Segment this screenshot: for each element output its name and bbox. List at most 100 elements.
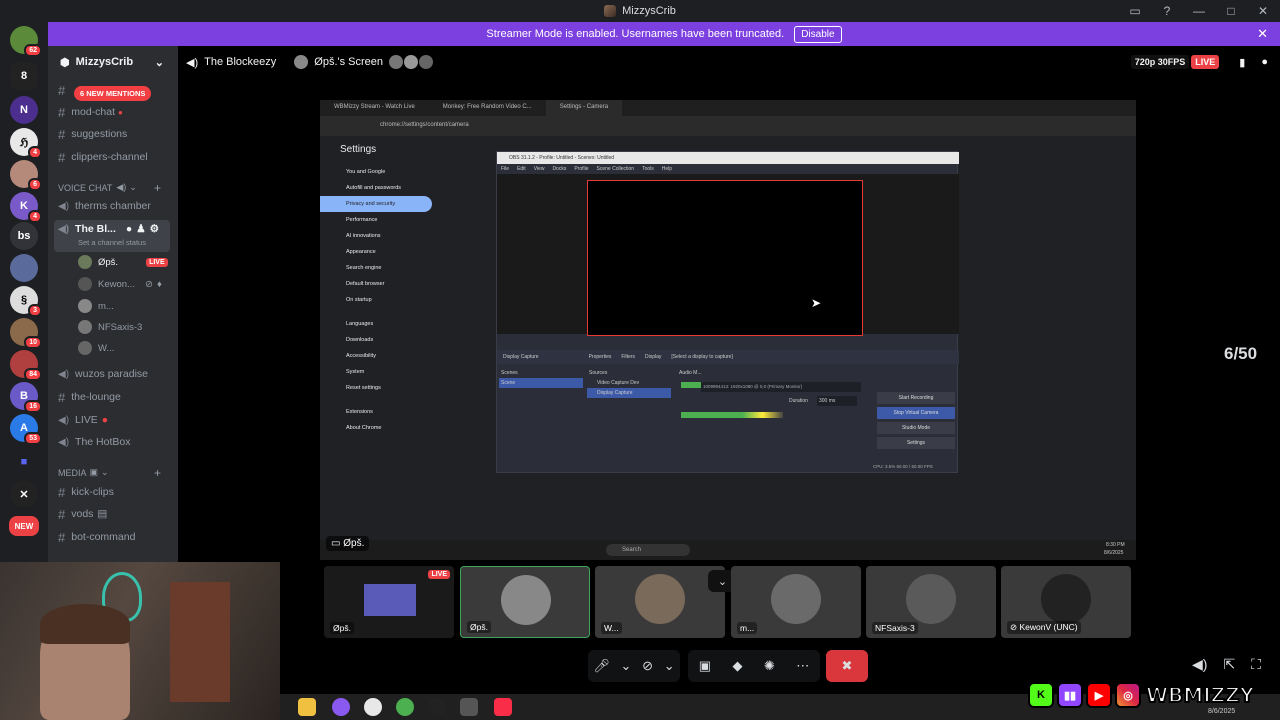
- channel-vods[interactable]: # vods ▤: [58, 504, 107, 524]
- settings-menu-item[interactable]: On startup: [320, 292, 432, 308]
- server-header[interactable]: ⬢ MizzysCrib ⌄: [48, 50, 178, 74]
- inbox-icon[interactable]: ▭: [1126, 2, 1144, 20]
- settings-menu-item[interactable]: About Chrome: [320, 420, 432, 436]
- music-icon[interactable]: [494, 698, 512, 716]
- stream-view[interactable]: WBMizzy Stream - Watch Live Monkey: Free…: [320, 100, 1136, 560]
- obs-menu-item[interactable]: Tools: [642, 166, 654, 172]
- server-icon[interactable]: ✕: [10, 480, 38, 508]
- voice-channel-blockeezy[interactable]: ◀) The Bl... ● ♟ ⚙: [58, 219, 159, 239]
- obs-menu-item[interactable]: Help: [662, 166, 672, 172]
- settings-button[interactable]: Settings: [877, 437, 955, 449]
- soundboard-icon[interactable]: ✺: [764, 658, 775, 674]
- obs-menu-item[interactable]: Docks: [552, 166, 566, 172]
- browser-tab[interactable]: Monkey: Free Random Video C...: [429, 100, 546, 116]
- new-mentions-badge[interactable]: 6 NEW MENTIONS: [74, 86, 152, 101]
- obs-menu-item[interactable]: Scene Collection: [597, 166, 635, 172]
- settings-menu-item[interactable]: You and Google: [320, 164, 432, 180]
- server-icon[interactable]: 84: [10, 350, 42, 381]
- obs-menu-item[interactable]: View: [534, 166, 545, 172]
- search-box[interactable]: Search: [606, 544, 690, 556]
- source-item[interactable]: Video Capture Dev: [587, 378, 671, 388]
- settings-menu-item[interactable]: AI innovations: [320, 228, 432, 244]
- voice-channel[interactable]: ◀) The HotBox: [58, 432, 130, 452]
- settings-menu-item[interactable]: Appearance: [320, 244, 432, 260]
- channel-item[interactable]: # the-lounge: [58, 387, 121, 407]
- chrome-icon[interactable]: [364, 698, 382, 716]
- activity-icon[interactable]: ◆: [732, 658, 742, 674]
- duration-input[interactable]: 300 ms: [817, 396, 857, 406]
- server-icon[interactable]: 8: [10, 62, 38, 90]
- properties-button[interactable]: Properties: [589, 354, 612, 360]
- channel-status[interactable]: Set a channel status: [78, 238, 146, 247]
- channel-item[interactable]: #: [58, 80, 71, 100]
- more-icon[interactable]: ⋯: [796, 658, 809, 674]
- studio-mode-button[interactable]: Studio Mode: [877, 422, 955, 434]
- server-icon[interactable]: bs: [10, 222, 38, 250]
- scene-item[interactable]: Scene: [499, 378, 583, 388]
- app-icon[interactable]: [460, 698, 478, 716]
- settings-menu-item[interactable]: Accessibility: [320, 348, 432, 364]
- source-item[interactable]: Display Capture: [587, 388, 671, 398]
- category-voice-chat[interactable]: VOICE CHAT ◀) ⌄ +: [58, 181, 161, 195]
- browser-tab[interactable]: Settings - Camera: [545, 100, 623, 116]
- participant-tile[interactable]: ⊘ KewonV (UNC): [1001, 566, 1131, 638]
- volume-icon[interactable]: ◀): [1192, 656, 1207, 673]
- server-icon[interactable]: N: [10, 96, 38, 124]
- chevron-down-icon[interactable]: ⌄: [664, 658, 675, 674]
- channel-clippers[interactable]: # clippers-channel: [58, 147, 148, 167]
- start-recording-button[interactable]: Start Recording: [877, 392, 955, 404]
- fullscreen-icon[interactable]: ⛶: [1251, 656, 1261, 673]
- viewer-avatars[interactable]: [389, 55, 434, 69]
- settings-menu-item[interactable]: Downloads: [320, 332, 432, 348]
- participant-tile[interactable]: Øpš.: [460, 566, 590, 638]
- help-icon[interactable]: ?: [1158, 2, 1176, 20]
- obs-icon[interactable]: [428, 698, 446, 716]
- filters-button[interactable]: Filters: [621, 354, 635, 360]
- gear-icon[interactable]: ⚙: [150, 223, 159, 235]
- chat-icon[interactable]: ●: [1261, 56, 1268, 68]
- server-icon[interactable]: § 3: [10, 286, 42, 317]
- file-explorer-icon[interactable]: [298, 698, 316, 716]
- settings-menu-item[interactable]: Languages: [320, 316, 432, 332]
- voice-channel[interactable]: ◀) LIVE ●: [58, 410, 108, 430]
- app-icon[interactable]: [332, 698, 350, 716]
- add-channel-icon[interactable]: +: [154, 181, 161, 195]
- participant-tile[interactable]: NFSaxis-3: [866, 566, 996, 638]
- channel-kick-clips[interactable]: # kick-clips: [58, 482, 114, 502]
- banner-close-icon[interactable]: ✕: [1257, 26, 1268, 42]
- stop-virtual-camera-button[interactable]: Stop Virtual Camera: [877, 407, 955, 419]
- voice-user[interactable]: Kewon... ⊘ ♦: [78, 274, 162, 294]
- browser-tab[interactable]: WBMizzy Stream - Watch Live: [320, 100, 429, 116]
- channel-mod-chat[interactable]: # mod-chat ●: [58, 102, 123, 122]
- display-select[interactable]: [Select a display to capture]: [671, 354, 732, 360]
- chevron-down-icon[interactable]: ⌄: [621, 658, 632, 674]
- server-icon[interactable]: 62: [10, 26, 42, 57]
- settings-menu-item[interactable]: System: [320, 364, 432, 380]
- microphone-icon[interactable]: 🎤︎: [593, 658, 610, 674]
- leave-call-button[interactable]: ✖: [826, 650, 868, 682]
- voice-user[interactable]: Øpš. LIVE: [78, 252, 168, 272]
- screen-share-icon[interactable]: ▣: [699, 658, 711, 674]
- settings-menu-item[interactable]: Search engine: [320, 260, 432, 276]
- chrome-icon[interactable]: [396, 698, 414, 716]
- voice-user[interactable]: W...: [78, 338, 114, 358]
- settings-menu-item[interactable]: Extensions: [320, 404, 432, 420]
- server-icon[interactable]: 10: [10, 318, 42, 349]
- obs-menu-item[interactable]: File: [501, 166, 509, 172]
- camera-off-icon[interactable]: ⊘: [642, 658, 653, 674]
- monitor-select[interactable]: 1009994413: 1920x1080 @ 0,0 (Primary Mon…: [701, 382, 861, 392]
- folder-icon[interactable]: ■: [10, 448, 38, 476]
- voice-channel[interactable]: ◀) wuzos paradise: [58, 364, 148, 384]
- category-media[interactable]: MEDIA ▣ ⌄ +: [58, 466, 161, 480]
- obs-menu-item[interactable]: Edit: [517, 166, 526, 172]
- add-channel-icon[interactable]: +: [154, 466, 161, 480]
- maximize-icon[interactable]: □: [1222, 2, 1240, 20]
- chat-icon[interactable]: ●: [126, 223, 132, 235]
- participant-tile[interactable]: W...: [595, 566, 725, 638]
- address-bar[interactable]: chrome://settings/content/camera: [320, 116, 1136, 136]
- popout-icon[interactable]: ⇱: [1223, 656, 1235, 673]
- server-icon[interactable]: ℌ4: [10, 128, 42, 159]
- pin-icon[interactable]: ▮: [1239, 56, 1245, 69]
- settings-menu-item[interactable]: Privacy and security: [320, 196, 432, 212]
- channel-bot-command[interactable]: # bot-command: [58, 527, 135, 547]
